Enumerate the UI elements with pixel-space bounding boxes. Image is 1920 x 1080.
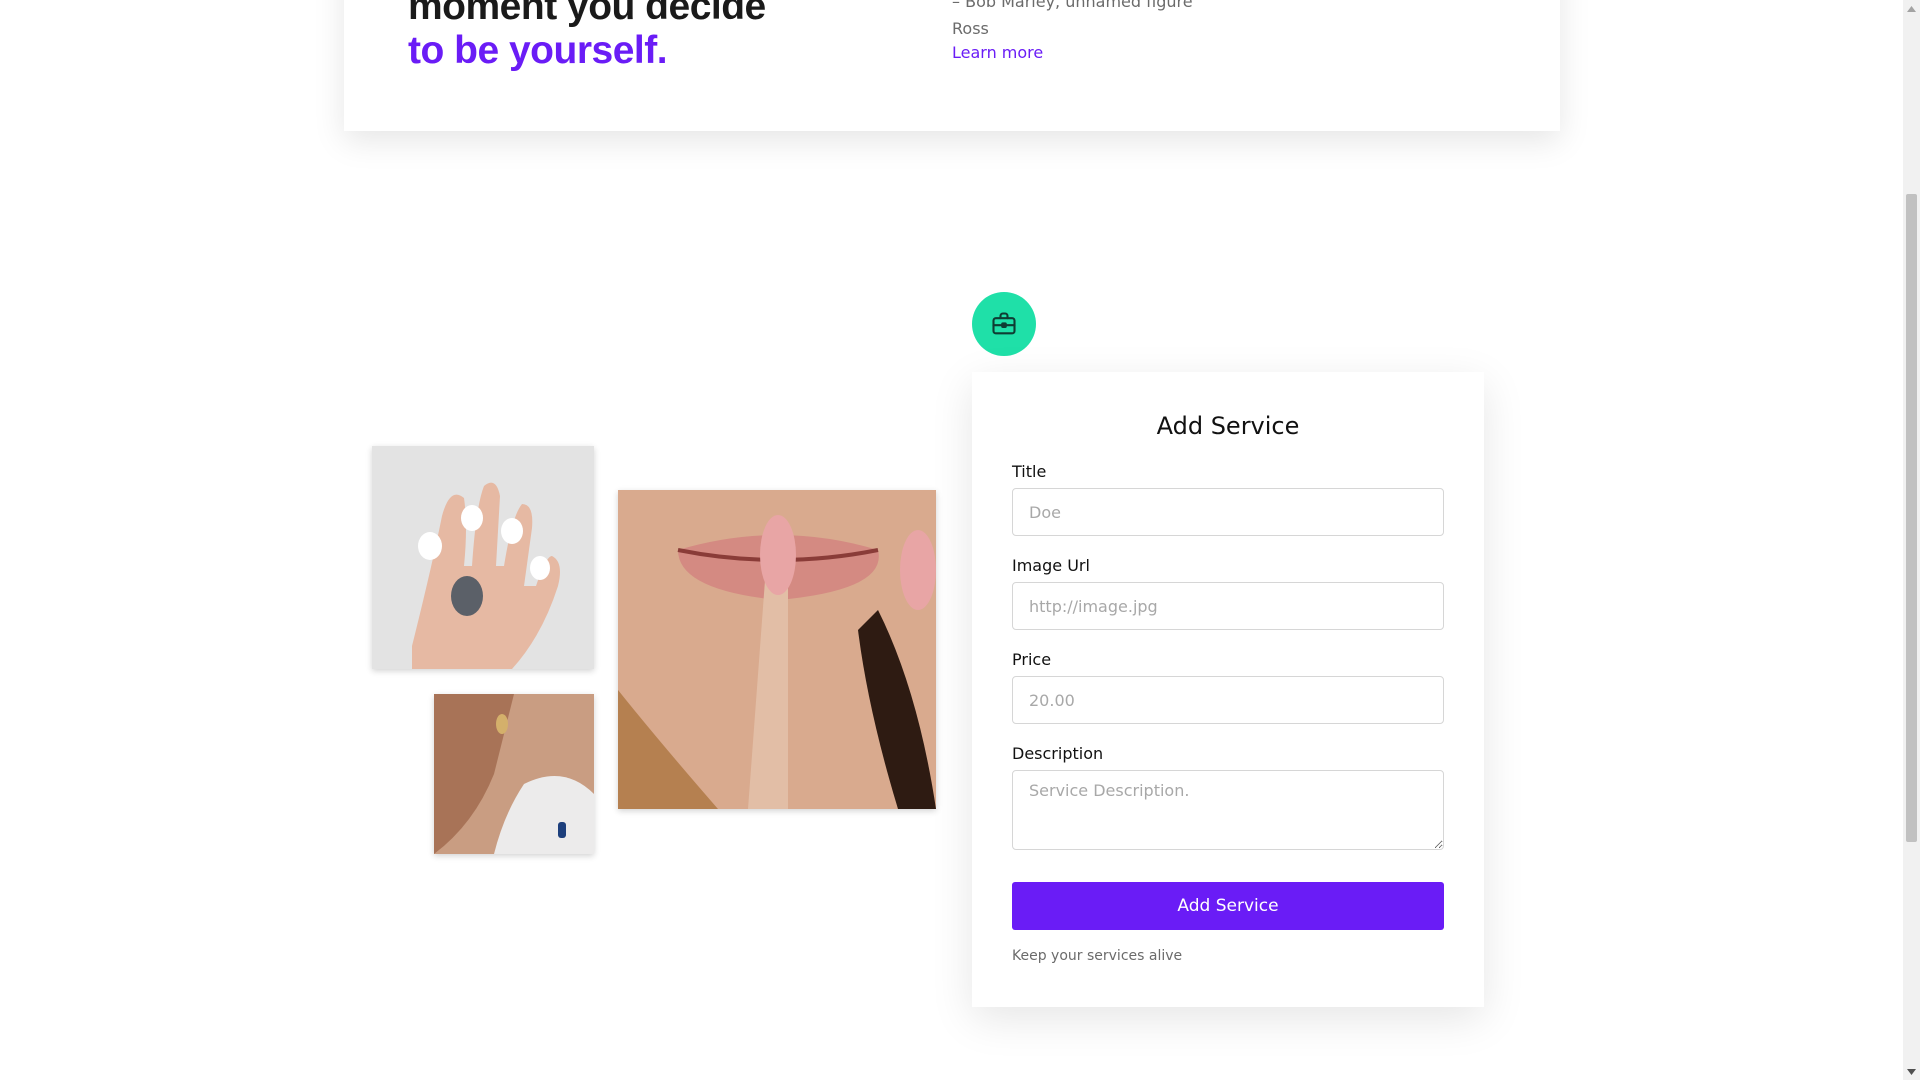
scroll-down-arrow-icon[interactable] — [1903, 1063, 1920, 1080]
hero-quote: – Bob Marley, unnamed figure Ross — [952, 0, 1193, 42]
hero-headline: moment you decide to be yourself. — [408, 0, 766, 73]
price-field-group: Price — [1012, 650, 1444, 724]
description-label: Description — [1012, 744, 1104, 763]
lips-red-heart-nails-photo — [618, 490, 936, 809]
description-field-group: Description — [1012, 744, 1444, 854]
form-title: Add Service — [1156, 412, 1300, 440]
scrollbar-thumb[interactable] — [1906, 194, 1917, 842]
add-service-button[interactable]: Add Service — [1012, 882, 1444, 930]
image-url-field-group: Image Url — [1012, 556, 1444, 630]
hero-headline-line2: to be yourself. — [408, 29, 668, 72]
briefcase-icon — [992, 312, 1016, 335]
image-url-input[interactable] — [1012, 582, 1444, 630]
price-label: Price — [1012, 650, 1052, 669]
image-url-label: Image Url — [1012, 556, 1090, 575]
learn-more-link[interactable]: Learn more — [952, 43, 1043, 62]
hero-quote-line1: – Bob Marley, unnamed figure — [952, 0, 1193, 11]
hand-on-neck-photo — [434, 694, 594, 854]
title-input[interactable] — [1012, 488, 1444, 536]
briefcase-icon-badge — [972, 292, 1036, 356]
description-textarea[interactable] — [1012, 770, 1444, 850]
page-scrollbar[interactable] — [1903, 0, 1920, 1080]
add-service-form: Add Service Title Image Url Price Descri… — [972, 372, 1484, 1007]
hero-headline-line1: moment you decide — [408, 0, 766, 28]
page: moment you decide to be yourself. – Bob … — [0, 0, 1920, 1080]
form-note: Keep your services alive — [1012, 948, 1183, 964]
nail-art-photo-totoro — [372, 446, 594, 669]
title-label: Title — [1012, 462, 1047, 481]
hero-quote-author: Ross — [952, 19, 989, 38]
title-field-group: Title — [1012, 462, 1444, 536]
price-input[interactable] — [1012, 676, 1444, 724]
hero-card: moment you decide to be yourself. – Bob … — [344, 0, 1560, 131]
scroll-up-arrow-icon[interactable] — [1903, 0, 1920, 17]
